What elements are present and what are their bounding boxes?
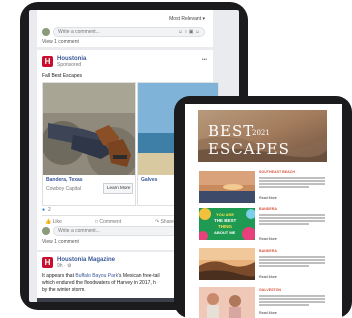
story-text-line xyxy=(259,301,325,303)
story-text-line xyxy=(259,259,325,261)
emoji-icons[interactable]: ☺ ○ ▣ ☺ xyxy=(178,30,200,35)
user-avatar xyxy=(42,28,50,36)
post-text-1a: It appears that xyxy=(42,273,76,279)
story-image-mural[interactable]: YOU ARE THE BEST THING ABOUT ME xyxy=(199,208,255,240)
comment-input[interactable]: Write a comment... ☺ ○ ▣ ☺ xyxy=(53,27,205,37)
comment-placeholder: Write a comment... xyxy=(58,29,100,35)
carousel-card-title: Bandera, Texas xyxy=(46,177,83,183)
post-text-line-1: It appears that Buffalo Bayou Park's Mex… xyxy=(42,274,160,279)
read-more-link[interactable]: Read More xyxy=(259,237,277,242)
read-more-link[interactable]: Read More xyxy=(259,196,277,201)
previous-post-footer: Most Relevant ▾ Write a comment... ☺ ○ ▣… xyxy=(37,10,213,47)
story-image-people[interactable] xyxy=(199,287,255,318)
view-comments-link[interactable]: View 1 comment xyxy=(42,240,79,245)
view-comments-link[interactable]: View 1 comment xyxy=(42,40,79,45)
read-more-link[interactable]: Read More xyxy=(259,311,277,316)
story-title[interactable]: BANDERA xyxy=(259,207,277,212)
story-text-line xyxy=(259,177,325,179)
read-more-link[interactable]: Read More xyxy=(259,275,277,280)
story-text-line xyxy=(259,223,309,225)
mural-text: THING xyxy=(218,224,232,229)
story-text-line xyxy=(259,220,325,222)
story-text-line xyxy=(259,295,325,297)
story-text-line xyxy=(259,183,325,185)
story-text-line xyxy=(259,304,309,306)
learn-more-button[interactable]: Learn More xyxy=(103,183,133,194)
houstonia-logo-icon[interactable]: H xyxy=(42,257,53,268)
hero-title: BEST xyxy=(208,122,255,140)
story-text-line xyxy=(259,265,309,267)
sponsored-label: Sponsored xyxy=(57,62,82,68)
like-reaction-icon: ● xyxy=(42,207,46,213)
story-image-hills[interactable] xyxy=(199,248,256,280)
reaction-count[interactable]: 2 xyxy=(48,208,51,213)
newsletter-hero[interactable]: BEST 2021 ESCAPES xyxy=(198,110,327,162)
post-text-link[interactable]: Buffalo Bayou Park xyxy=(75,273,118,279)
post-meta: 9h · ⚙ xyxy=(57,263,72,269)
post-text: Fall Best Escapes xyxy=(42,73,83,79)
story-text-line xyxy=(259,256,325,258)
houstonia-logo-icon[interactable]: H xyxy=(42,56,53,67)
learn-more-label: Learn More xyxy=(107,185,131,190)
story-text-line xyxy=(259,217,325,219)
post-text-1b: 's Mexican free-tail xyxy=(118,273,160,279)
story-text-line xyxy=(259,186,309,188)
story-title[interactable]: SOUTHEAST BEACH xyxy=(259,170,295,175)
mural-text: YOU ARE xyxy=(216,212,235,217)
mural-text: THE BEST xyxy=(214,218,237,223)
post-text-line-3: by the winter storm. xyxy=(42,287,86,293)
carousel-card[interactable]: Bandera, Texas Cowboy Capital Learn More xyxy=(42,82,136,206)
mural-text: ABOUT ME xyxy=(214,230,236,235)
carousel-card-subtitle: Cowboy Capital xyxy=(46,186,82,192)
hero-subtitle: ESCAPES xyxy=(208,140,290,158)
comment-sort-dropdown[interactable]: Most Relevant ▾ xyxy=(169,17,205,22)
story-text-line xyxy=(259,298,325,300)
story-title[interactable]: GALVESTON xyxy=(259,288,281,293)
hero-year: 2021 xyxy=(252,129,270,137)
carousel-image-boots xyxy=(43,83,135,175)
newsletter-screen: BEST 2021 ESCAPES SOUTHEAST BEACH Read M… xyxy=(185,104,342,318)
story-text-line xyxy=(259,262,325,264)
story-text-line xyxy=(259,180,325,182)
story-text-line xyxy=(259,214,325,216)
story-image-sunset[interactable] xyxy=(199,171,255,203)
more-options-icon[interactable]: ••• xyxy=(202,58,207,63)
carousel-card-title: Galves xyxy=(141,177,158,183)
comment-placeholder: Write a comment... xyxy=(58,228,100,234)
story-title[interactable]: BANDERA xyxy=(259,249,277,254)
user-avatar xyxy=(42,227,50,235)
post-text-line-2: which endured the floodwaters of Harvey … xyxy=(42,280,156,286)
